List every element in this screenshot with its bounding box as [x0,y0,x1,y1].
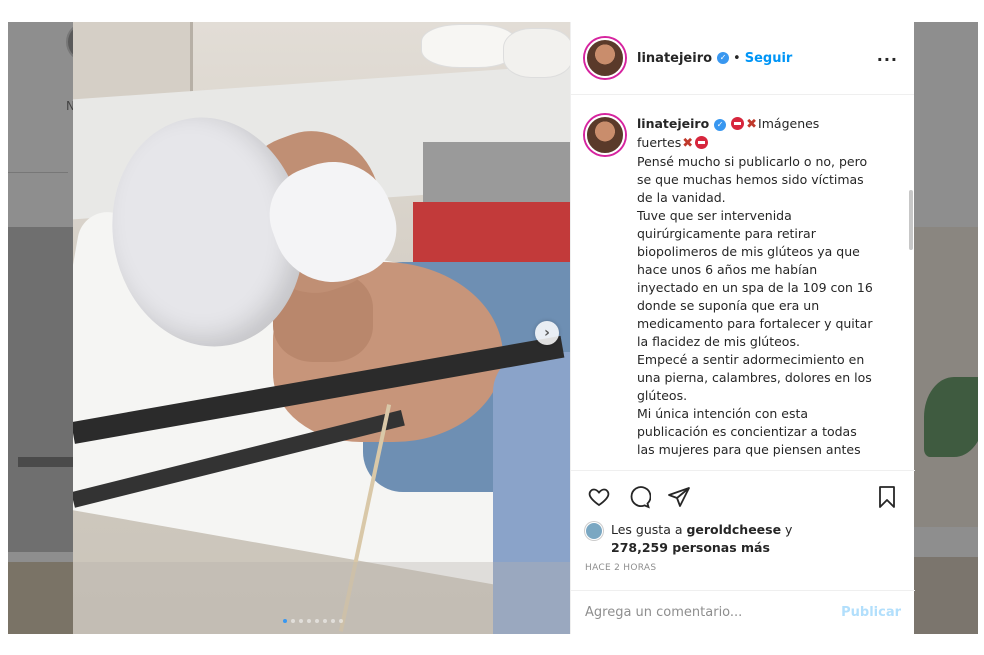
more-options-icon[interactable]: ... [877,46,898,65]
carousel-dot [331,619,335,623]
caption-line: Mi única intención con esta [637,406,809,421]
caption-line: Tuve que ser intervenida [637,208,792,223]
likes-count[interactable]: 278,259 personas más [611,540,770,555]
caption-line: quirúrgicamente para retirar [637,226,816,241]
caption-line: biopolimeros de mis glúteos ya que [637,244,860,259]
instagram-post-modal-screen: N › linatejeiro ✓ • Seguir ... linatejei… [0,0,984,655]
caption-line: glúteos. [637,388,688,403]
heart-icon[interactable] [585,483,613,511]
liker-username[interactable]: geroldcheese [686,522,781,537]
caption-block: linatejeiro ✓ ✖Imágenes fuertes✖ Pensé mu… [571,95,915,470]
caption-line: medicamento para fortalecer y quitar [637,316,873,331]
caption-line: inyectado en un spa de la 109 con 16 [637,280,873,295]
caption-line: publicación es concientizar a todas [637,424,857,439]
caption-line: Pensé mucho si publicarlo o no, pero [637,154,868,169]
caption-line: la flacidez de mis glúteos. [637,334,800,349]
caption-line: las mujeres para que piensen antes [637,442,861,457]
post-header: linatejeiro ✓ • Seguir ... [571,22,914,95]
share-icon[interactable] [665,483,693,511]
post-photo: › [73,22,570,634]
carousel-indicator [283,619,343,623]
post-actions: Les gusta a geroldcheese y 278,259 perso… [571,470,915,573]
caption-line: de la vanidad. [637,190,726,205]
caption-line: una pierna, calambres, dolores en los [637,370,872,385]
header-separator: • [733,50,741,66]
carousel-dot [315,619,319,623]
caption-scrollbar[interactable] [909,190,913,250]
caption-line: fuertes [637,135,682,150]
carousel-dot [299,619,303,623]
caption-line: Empecé a sentir adormecimiento en [637,352,865,367]
caption-author-avatar[interactable] [585,115,625,155]
no-entry-emoji-icon [731,117,745,130]
caption-line: donde se suponía que era un [637,298,820,313]
caption-line: hace unos 6 años me habían [637,262,818,277]
caption-username[interactable]: linatejeiro [637,116,709,131]
author-username[interactable]: linatejeiro [637,51,712,66]
carousel-dot [339,619,343,623]
carousel-dot [323,619,327,623]
caption-text: linatejeiro ✓ ✖Imágenes fuertes✖ Pensé mu… [637,115,899,470]
post-timestamp: HACE 2 HORAS [585,563,657,573]
comment-icon[interactable] [625,483,653,511]
no-entry-emoji-icon [695,136,709,149]
verified-badge-icon: ✓ [717,52,730,64]
likes-and: y [785,522,793,537]
background-thumbnail-left-2 [8,562,74,634]
post-side-panel: linatejeiro ✓ • Seguir ... linatejeiro ✓ … [570,22,915,634]
bookmark-icon[interactable] [873,483,901,511]
background-thumbnail-right [914,227,978,527]
background-thumbnail-right-2 [914,557,978,634]
carousel-dot [291,619,295,623]
carousel-dot [307,619,311,623]
cross-mark-emoji-icon: ✖ [682,136,694,151]
comment-input[interactable] [585,605,842,620]
caption-line: se que muchas hemos sido víctimas [637,172,864,187]
carousel-dot [283,619,287,623]
follow-button[interactable]: Seguir [745,51,793,66]
caption-line: Imágenes [758,116,820,131]
cross-mark-emoji-icon: ✖ [746,117,758,132]
publish-button[interactable]: Publicar [841,605,901,620]
liker-avatar[interactable] [585,522,603,540]
likes-summary: Les gusta a geroldcheese y 278,259 perso… [585,521,901,557]
comment-form: Publicar [571,590,915,634]
background-thumbnail-left [8,227,78,552]
likes-prefix: Les gusta a [611,522,683,537]
author-avatar[interactable] [585,38,625,78]
post-modal: › linatejeiro ✓ • Seguir ... linatejeiro… [73,22,915,634]
background-divider [8,172,68,173]
carousel-next-button[interactable]: › [535,321,559,345]
caption-verified-badge-icon: ✓ [714,118,727,131]
